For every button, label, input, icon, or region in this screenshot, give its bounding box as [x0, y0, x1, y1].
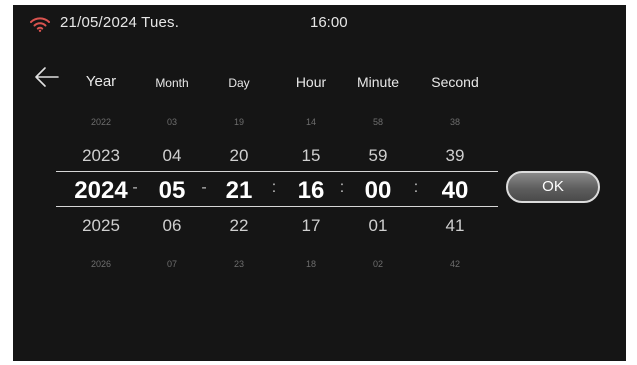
minute-picker[interactable]: 58 59 00 01 02	[338, 5, 418, 361]
picker-value: 59	[368, 146, 388, 165]
picker-value: 01	[368, 216, 388, 235]
ok-button[interactable]: OK	[506, 171, 600, 203]
selection-line-top	[56, 171, 498, 172]
second-picker[interactable]: 38 39 40 41 42	[415, 5, 495, 361]
time-separator: :	[271, 179, 277, 196]
time-separator: :	[339, 179, 345, 196]
picker-value: 38	[449, 117, 460, 127]
picker-value: 19	[233, 117, 244, 127]
picker-value: 39	[445, 146, 465, 165]
wifi-icon	[30, 17, 50, 32]
date-separator: -	[201, 179, 207, 196]
date-time-settings-screen: 21/05/2024 Tues. 16:00 Year Month Day Ho…	[13, 5, 626, 361]
picker-value: 2025	[82, 216, 120, 235]
picker-value: 22	[229, 216, 249, 235]
picker-value: 2023	[82, 146, 120, 165]
date-separator: -	[132, 179, 138, 196]
picker-value: 2026	[90, 259, 112, 269]
picker-value: 23	[233, 259, 244, 269]
picker-value-selected: 40	[441, 177, 469, 204]
time-separator: :	[413, 179, 419, 196]
day-picker[interactable]: 19 20 21 22 23	[199, 5, 279, 361]
picker-value: 58	[372, 117, 383, 127]
picker-value: 41	[445, 216, 465, 235]
picker-value: 42	[449, 259, 460, 269]
picker-value: 2022	[90, 117, 112, 127]
picker-value-selected: 21	[225, 177, 253, 204]
picker-value: 02	[372, 259, 383, 269]
selection-line-bottom	[56, 206, 498, 207]
picker-value-selected: 00	[364, 177, 392, 204]
picker-value: 20	[229, 146, 249, 165]
